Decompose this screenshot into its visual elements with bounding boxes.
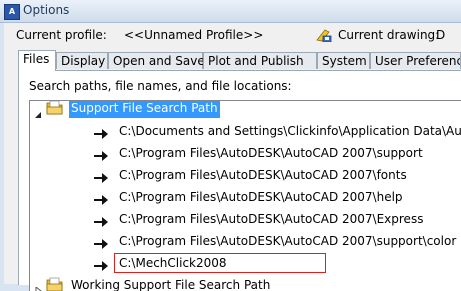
support-file-search-path-label: Support File Search Path [69,101,220,118]
tree-node-working-support-file-search-path[interactable]: Working Support File Search Path [30,275,430,291]
path-text: C:\Program Files\AutoDESK\AutoCAD 2007\s… [119,146,423,160]
tab-user-preferences[interactable]: User Preference [370,52,461,69]
current-profile-label: Current profile: [16,28,107,42]
current-drawing-value: D [436,28,446,42]
folder-icon [46,101,64,116]
path-row[interactable]: C:\Program Files\AutoDESK\AutoCAD 2007\f… [30,165,461,185]
tab-files[interactable]: Files [18,50,56,71]
tab-open-and-save[interactable]: Open and Save [108,52,205,69]
path-row-mechclick[interactable]: C:\MechClick2008 [30,253,461,273]
tree-node-support-file-search-path[interactable]: Support File Search Path [30,101,430,118]
tab-plot-and-publish[interactable]: Plot and Publish [203,52,317,69]
title-bar: A Options [0,0,461,23]
path-text: C:\Program Files\AutoDESK\AutoCAD 2007\h… [119,190,403,204]
tab-display[interactable]: Display [56,52,108,69]
tab-system[interactable]: System [317,52,370,69]
working-support-file-search-path-label: Working Support File Search Path [71,278,271,291]
files-tab-panel: Search paths, file names, and file locat… [18,70,461,291]
folder-icon [46,277,64,291]
path-text: C:\Documents and Settings\Clickinfo\Appl… [119,124,461,138]
app-icon: A [4,4,20,20]
path-text: C:\Program Files\AutoDESK\AutoCAD 2007\s… [119,234,457,248]
arrow-right-icon [94,192,108,205]
collapse-arrow-icon[interactable] [34,105,42,118]
current-profile-value: <<Unnamed Profile>> [124,28,264,42]
path-row[interactable]: C:\Program Files\AutoDESK\AutoCAD 2007\s… [30,143,461,163]
tab-strip: Files Display Open and Save Plot and Pub… [18,50,461,71]
arrow-right-icon [94,170,108,183]
arrow-right-icon [94,236,108,249]
path-row[interactable]: C:\Program Files\AutoDESK\AutoCAD 2007\s… [30,231,461,251]
drawing-icon [316,27,332,43]
arrow-right-icon [94,214,108,227]
arrow-right-icon [94,126,108,139]
options-dialog-body: Current profile: <<Unnamed Profile>> Cur… [4,23,461,291]
search-paths-caption: Search paths, file names, and file locat… [29,79,292,93]
red-highlight-box [114,253,326,273]
window-title: Options [23,3,70,17]
current-drawing-label: Current drawing: [338,28,440,42]
path-text: C:\Program Files\AutoDESK\AutoCAD 2007\E… [119,212,424,226]
arrow-right-icon [94,148,108,161]
path-row[interactable]: C:\Program Files\AutoDESK\AutoCAD 2007\E… [30,209,461,229]
expand-arrow-icon[interactable] [34,281,42,291]
arrow-right-icon [94,258,108,271]
path-row[interactable]: C:\Program Files\AutoDESK\AutoCAD 2007\h… [30,187,461,207]
search-path-tree[interactable]: Support File Search Path C:\Documents an… [29,100,461,291]
path-row[interactable]: C:\Documents and Settings\Clickinfo\Appl… [30,121,461,141]
path-text: C:\Program Files\AutoDESK\AutoCAD 2007\f… [119,168,407,182]
